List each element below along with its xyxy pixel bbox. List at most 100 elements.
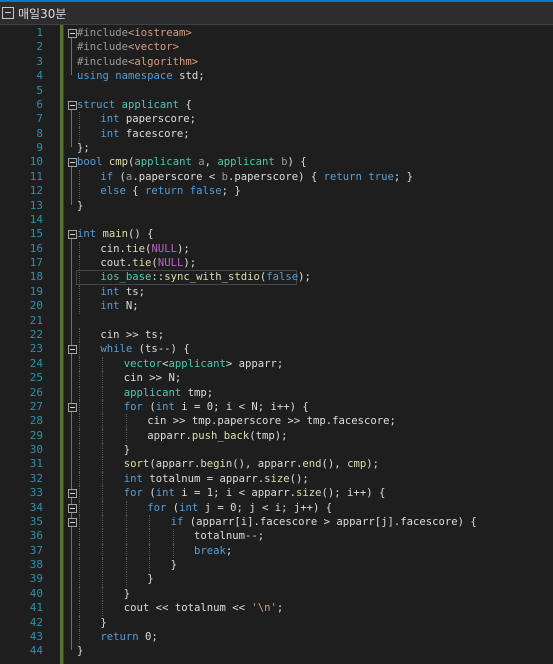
code-token: ; [225, 544, 233, 557]
code-token: ); [298, 271, 311, 284]
code-editor[interactable]: 1 #include<iostream> 2 #include<vector> 3 #in… [0, 25, 553, 664]
code-text[interactable]: } [77, 644, 83, 658]
code-text[interactable]: bool cmp(applicant a, applicant b) { [77, 155, 307, 169]
fold-toggle-icon[interactable] [68, 517, 77, 527]
indent-guide [79, 486, 81, 501]
code-token: <algorithm> [128, 55, 199, 68]
code-text[interactable]: #include<vector> [77, 40, 179, 54]
indent-guide [79, 299, 81, 314]
code-text[interactable]: for (int j = 0; j < i; j++) { [147, 501, 332, 515]
indent-guide [102, 486, 104, 501]
code-text[interactable]: int paperscore; [100, 112, 196, 126]
fold-toggle-icon[interactable] [68, 489, 77, 499]
code-token: <iostream> [128, 27, 192, 39]
code-text[interactable]: apparr.push_back(tmp); [147, 429, 287, 443]
indent-guide [102, 457, 104, 472]
code-token: push_back [191, 429, 250, 442]
code-token: cout. [100, 257, 133, 270]
indent-guide [79, 112, 81, 127]
code-text[interactable]: ios_base::sync_with_stdio(false); [100, 270, 311, 284]
code-text[interactable]: return 0; [100, 630, 157, 644]
code-line: 30} [0, 443, 553, 458]
code-line: 26 applicant tmp; [0, 385, 553, 400]
code-text[interactable]: int N; [100, 299, 138, 313]
fold-toggle-icon[interactable] [68, 100, 77, 110]
code-text[interactable]: if (apparr[i].facescore > apparr[j].face… [171, 515, 477, 529]
code-text[interactable]: } [124, 443, 130, 457]
code-text[interactable]: } [77, 199, 83, 213]
code-token: () { [128, 228, 154, 241]
code-token: tie [125, 242, 146, 255]
code-text[interactable]: applicant tmp; [124, 386, 213, 400]
code-token: totalnum = apparr. [149, 472, 265, 485]
code-token: return true [323, 170, 394, 183]
fold-toggle-icon[interactable] [68, 402, 77, 412]
code-line: 28 cin >> tmp.paperscore >> tmp.facescore… [0, 414, 553, 429]
indent-guide [79, 572, 81, 587]
code-line: 13} [0, 199, 553, 213]
code-token: (ts--) { [138, 343, 190, 356]
code-token: for [123, 400, 150, 413]
code-text[interactable]: cin.tie(NULL); [100, 242, 189, 256]
code-text[interactable]: } [124, 587, 130, 601]
code-line: 40} [0, 586, 553, 602]
indent-guide [149, 543, 151, 559]
code-token: (); [289, 472, 309, 485]
editor-window: 매일30분 1 #include<iostream> 2 #include<vecto… [0, 0, 553, 664]
code-text[interactable]: cout << totalnum << '\n'; [124, 601, 283, 615]
code-text[interactable]: sort(apparr.begin(), apparr.end(), cmp); [124, 457, 379, 471]
code-text[interactable]: cin >> tmp.paperscore >> tmp.facescore; [147, 414, 396, 428]
code-text[interactable]: vector<applicant> apparr; [124, 357, 283, 371]
code-line: 19 int ts; [0, 284, 553, 300]
code-text[interactable]: else { return false; } [100, 184, 240, 198]
code-token: cin. [100, 242, 126, 255]
indent-guide [102, 601, 104, 616]
collapse-icon[interactable] [2, 7, 14, 19]
code-token: } [123, 444, 131, 457]
code-token: int [77, 228, 103, 241]
code-token: end [302, 458, 322, 471]
code-text[interactable]: } [171, 558, 177, 572]
fold-toggle-icon[interactable] [68, 158, 77, 168]
code-text[interactable]: } [147, 572, 153, 586]
code-text[interactable]: struct applicant { [77, 98, 192, 112]
code-token: } [77, 199, 84, 212]
code-text[interactable]: for (int i = 0; i < N; i++) { [124, 400, 309, 414]
code-line: 23 while (ts--) { [0, 342, 553, 357]
code-text[interactable]: #include<algorithm> [77, 55, 198, 69]
fold-toggle-icon[interactable] [68, 230, 77, 240]
code-token: sync_with_stdio [164, 271, 260, 284]
tab-file[interactable]: 매일30분 [0, 2, 75, 24]
code-token: main [102, 228, 129, 241]
indent-guide [102, 356, 104, 372]
indent-guide [149, 558, 151, 573]
code-text[interactable]: int ts; [100, 285, 145, 299]
fold-toggle-icon[interactable] [68, 345, 77, 355]
code-text[interactable]: cout.tie(NULL); [100, 256, 196, 270]
code-text[interactable]: while (ts--) { [100, 342, 189, 356]
line-number: 28 [29, 414, 43, 428]
code-text[interactable]: int main() { [77, 227, 154, 241]
code-text[interactable]: cin >> N; [124, 371, 181, 385]
code-text[interactable]: int totalnum = apparr.size(); [124, 472, 309, 486]
fold-toggle-icon[interactable] [68, 29, 77, 38]
code-text[interactable]: } [100, 616, 106, 630]
code-text[interactable]: int facescore; [100, 127, 189, 141]
code-text[interactable]: if (a.paperscore < b.paperscore) { retur… [100, 170, 413, 184]
code-text[interactable]: totalnum--; [194, 529, 264, 543]
code-text[interactable]: cin >> ts; [100, 328, 164, 342]
code-token: }; [77, 142, 90, 155]
code-token: (tmp); [249, 429, 288, 442]
indent-guide [125, 529, 128, 544]
line-number: 43 [29, 629, 43, 643]
code-text[interactable]: using namespace std; [77, 69, 205, 83]
code-text[interactable]: }; [77, 141, 90, 155]
code-text[interactable]: for (int i = 1; i < apparr.size(); i++) … [124, 486, 386, 500]
code-line: 35 if (apparr[i].facescore > apparr[j].fa… [0, 514, 553, 530]
code-text[interactable]: #include<iostream> [77, 26, 192, 40]
line-number: 44 [29, 644, 43, 658]
code-text[interactable]: break; [194, 544, 232, 558]
code-line: 3 #include<algorithm> [0, 55, 553, 69]
fold-toggle-icon[interactable] [68, 503, 77, 513]
indent-guide [79, 342, 81, 357]
